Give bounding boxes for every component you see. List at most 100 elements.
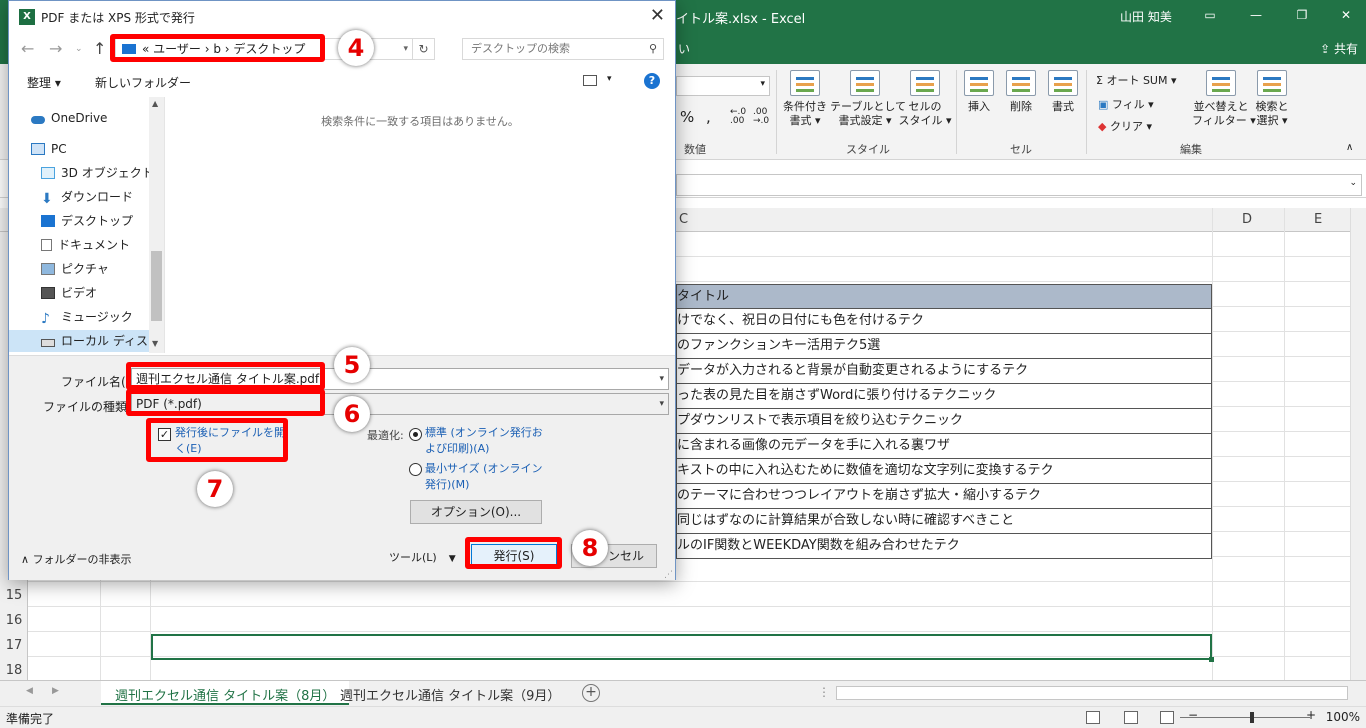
column-header-c[interactable]: C	[679, 212, 688, 227]
optimize-standard-label[interactable]: 標準 (オンライン発行および印刷)(A)	[425, 425, 553, 457]
table-row[interactable]: った表の見た目を崩さずWordに張り付けるテクニック	[676, 384, 1212, 409]
row-header-17[interactable]: 17	[0, 638, 28, 653]
comma-button[interactable]: ,	[706, 108, 711, 126]
forward-arrow-icon[interactable]: →	[49, 39, 62, 58]
prev-sheet-icon[interactable]: ◀	[26, 686, 33, 696]
ribbon-display-icon[interactable]: ▭	[1190, 4, 1230, 26]
insert-button[interactable]: 挿入	[962, 70, 996, 114]
restore-icon[interactable]: ❐	[1282, 4, 1322, 26]
format-as-table-button[interactable]: テーブルとして 書式設定 ▾	[830, 70, 906, 128]
search-input[interactable]: デスクトップの検索 ⚲	[462, 38, 664, 60]
find-select-button[interactable]: 検索と 選択 ▾	[1252, 70, 1292, 128]
next-sheet-icon[interactable]: ▶	[52, 686, 59, 696]
decrease-decimal-button[interactable]: .00 →.0	[753, 108, 771, 126]
nav-scroll-thumb[interactable]	[151, 251, 162, 321]
back-arrow-icon[interactable]: ←	[21, 39, 34, 58]
refresh-icon[interactable]: ↻	[412, 38, 434, 60]
user-name[interactable]: 山田 知美	[1120, 8, 1172, 25]
new-folder-button[interactable]: 新しいフォルダー	[95, 74, 191, 91]
zoom-in-icon[interactable]: +	[1306, 708, 1316, 722]
nav-item-label: デスクトップ	[61, 214, 134, 228]
collapse-ribbon-icon[interactable]: ∧	[1346, 142, 1353, 153]
number-format-dropdown[interactable]: ▾	[676, 76, 770, 96]
cell-style-button[interactable]: セルの スタイル ▾	[898, 70, 952, 128]
insert-label: 挿入	[968, 100, 990, 113]
column-header-d[interactable]: D	[1242, 212, 1252, 227]
normal-view-icon[interactable]	[1086, 711, 1100, 724]
table-row[interactable]: 同じはずなのに計算結果が合致しない時に確認すべきこと	[676, 509, 1212, 534]
options-button[interactable]: オプション(O)...	[410, 500, 542, 524]
table-row[interactable]: プダウンリストで表示項目を絞り込むテクニック	[676, 409, 1212, 434]
file-list[interactable]: 検索条件に一致する項目はありません。	[165, 97, 675, 353]
row-header-16[interactable]: 16	[0, 613, 28, 628]
nav-item-local-disk[interactable]: ローカル ディスク (C	[9, 330, 149, 352]
scroll-down-icon[interactable]: ▼	[152, 339, 158, 348]
chevron-down-icon[interactable]: ▾	[659, 369, 664, 389]
autosum-button[interactable]: Σ オート SUM ▾	[1096, 72, 1177, 88]
horizontal-scrollbar[interactable]	[836, 686, 1348, 700]
delete-button[interactable]: 削除	[1004, 70, 1038, 114]
selected-cell[interactable]	[151, 634, 1214, 662]
page-layout-icon[interactable]	[1124, 711, 1138, 724]
tab-split-handle[interactable]: ⋮	[818, 685, 830, 699]
excel-icon: X	[19, 9, 35, 25]
address-dropdown-icon[interactable]: ▾	[403, 39, 408, 59]
zoom-level[interactable]: 100%	[1326, 710, 1360, 724]
hide-folders-toggle[interactable]: ∧ フォルダーの非表示	[21, 551, 132, 567]
table-row[interactable]: キストの中に入れ込むために数値を適切な文字列に変換するテク	[676, 459, 1212, 484]
help-icon[interactable]: ?	[644, 73, 660, 89]
up-arrow-icon[interactable]: ↑	[93, 39, 106, 58]
share-button[interactable]: ⇪ 共有	[1320, 40, 1358, 57]
annotation-badge-5: 5	[334, 347, 370, 383]
row-header-18[interactable]: 18	[0, 663, 28, 678]
close-icon[interactable]: ✕	[1326, 4, 1366, 26]
optimize-standard-radio[interactable]	[409, 428, 422, 441]
table-row[interactable]: に含まれる画像の元データを手に入れる裏ワザ	[676, 434, 1212, 459]
clear-button[interactable]: ◆ クリア ▾	[1098, 118, 1152, 134]
optimize-minimum-radio[interactable]	[409, 463, 422, 476]
sort-filter-button[interactable]: 並べ替えと フィルター ▾	[1192, 70, 1256, 128]
table-row[interactable]: のテーマに合わせつつレイアウトを崩さず拡大・縮小するテク	[676, 484, 1212, 509]
optimize-minimum-label[interactable]: 最小サイズ (オンライン発行)(M)	[425, 461, 549, 493]
column-header-e[interactable]: E	[1314, 212, 1322, 227]
format-label: 書式	[1052, 100, 1074, 113]
tools-menu[interactable]: ツール(L) ▼	[389, 549, 456, 565]
style-group-label: スタイル	[846, 143, 890, 156]
dialog-close-icon[interactable]: ✕	[650, 5, 665, 26]
increase-decimal-button[interactable]: ←.0 .00	[730, 108, 748, 126]
zoom-slider[interactable]	[1180, 717, 1310, 718]
recent-dropdown-icon[interactable]: ⌄	[75, 44, 83, 54]
format-icon	[1048, 70, 1078, 96]
dialog-toolbar: 整理 ▾ 新しいフォルダー ▾ ?	[9, 65, 675, 97]
nav-scrollbar[interactable]: ▲ ▼	[149, 97, 164, 353]
zoom-out-icon[interactable]: −	[1188, 708, 1198, 722]
minimize-icon[interactable]: —	[1236, 4, 1276, 26]
chevron-down-icon[interactable]: ▾	[659, 394, 664, 414]
row-header-15[interactable]: 15	[0, 588, 28, 603]
sheet-tab-august[interactable]: 週刊エクセル通信 タイトル案（8月）	[101, 681, 350, 705]
scroll-up-icon[interactable]: ▲	[152, 99, 158, 108]
view-mode-icon[interactable]	[583, 75, 597, 86]
table-row[interactable]: ルのIF関数とWEEKDAY関数を組み合わせたテク	[676, 534, 1212, 559]
conditional-format-button[interactable]: 条件付き 書式 ▾	[780, 70, 830, 128]
formula-input[interactable]: ⌄	[676, 174, 1362, 196]
sheet-tab-september[interactable]: 週刊エクセル通信 タイトル案（9月）	[326, 681, 574, 705]
ribbon-tab-fragment[interactable]: い	[678, 40, 690, 57]
fill-button[interactable]: ▣ フィル ▾	[1098, 96, 1154, 112]
zoom-slider-thumb[interactable]	[1250, 712, 1254, 723]
nav-item-label: ローカル ディスク (C	[61, 334, 149, 348]
add-sheet-icon[interactable]: +	[582, 684, 600, 702]
vertical-scrollbar[interactable]	[1350, 208, 1366, 680]
table-row[interactable]: けでなく、祝日の日付にも色を付けるテク	[676, 309, 1212, 334]
table-row[interactable]: のファンクションキー活用テク5選	[676, 334, 1212, 359]
annotation-badge-6: 6	[334, 396, 370, 432]
table-header[interactable]: タイトル	[676, 284, 1212, 309]
organize-button[interactable]: 整理 ▾	[27, 74, 61, 91]
percent-button[interactable]: %	[680, 108, 694, 126]
view-dropdown-icon[interactable]: ▾	[607, 74, 612, 84]
format-button[interactable]: 書式	[1046, 70, 1080, 114]
resize-grip-icon[interactable]: ⋰	[664, 570, 673, 580]
page-break-icon[interactable]	[1160, 711, 1174, 724]
download-icon: ⬇	[41, 191, 53, 207]
table-row[interactable]: データが入力されると背景が自動変更されるようにするテク	[676, 359, 1212, 384]
